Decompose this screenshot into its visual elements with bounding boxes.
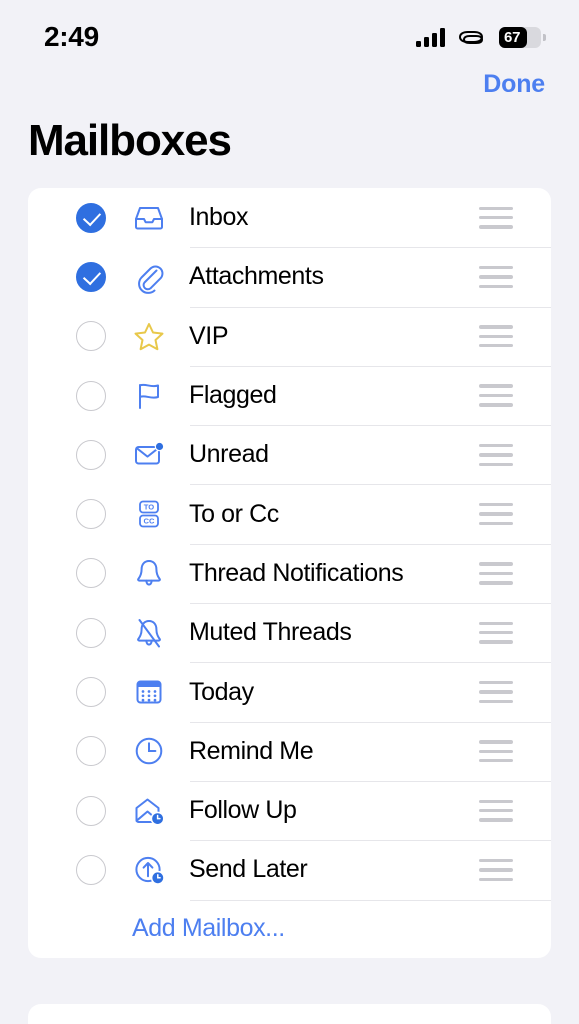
status-bar-time: 2:49 [44,21,99,52]
checkbox-inbox[interactable] [76,202,106,233]
status-bar-indicators: 67 [416,26,546,48]
star-icon [130,317,168,355]
battery-percent-label: 67 [504,28,521,46]
paperclip-icon [130,258,168,296]
mailbox-label: Remind Me [189,736,314,765]
add-mailbox-label: Add Mailbox... [132,914,285,943]
reorder-handle-icon[interactable] [479,621,513,644]
reorder-handle-icon[interactable] [479,443,513,466]
mailbox-label: Today [189,677,254,706]
to-cc-icon: TO CC [130,495,168,533]
battery-icon: 67 [499,26,546,48]
checkbox-muted-threads[interactable] [76,617,106,648]
checkbox-send-later[interactable] [76,854,106,885]
to-label: TO [144,503,155,512]
mailbox-label: VIP [189,321,229,350]
secondary-card [28,1003,551,1024]
mailbox-row-attachments[interactable]: Attachments [28,247,551,306]
envelope-open-clock-icon [130,792,168,830]
mailbox-row-unread[interactable]: Unread [28,425,551,484]
clock-icon [130,732,168,770]
checkbox-unread[interactable] [76,439,106,470]
checkbox-to-or-cc[interactable] [76,499,106,530]
bell-icon [130,554,168,592]
page-title: Mailboxes [28,116,232,165]
envelope-badge-icon [130,436,168,474]
arrow-up-clock-icon [130,851,168,889]
inbox-tray-icon [130,199,168,237]
mailbox-label: Unread [189,440,269,469]
status-bar: 2:49 67 [0,0,579,60]
mailbox-row-inbox[interactable]: Inbox [28,188,551,247]
checkbox-remind-me[interactable] [76,736,106,767]
done-button[interactable]: Done [483,70,545,99]
mailbox-label: To or Cc [189,499,279,528]
mailbox-label: Inbox [189,203,249,232]
checkbox-follow-up[interactable] [76,795,106,826]
mailbox-row-send-later[interactable]: Send Later [28,840,551,899]
mailbox-label: Muted Threads [189,618,352,647]
mailbox-label: Send Later [189,855,308,884]
mailbox-label: Thread Notifications [189,558,404,587]
reorder-handle-icon[interactable] [479,740,513,763]
reorder-handle-icon[interactable] [479,206,513,229]
navigation-bar: Done [0,60,579,108]
mailbox-row-thread-notifications[interactable]: Thread Notifications [28,543,551,603]
checkbox-vip[interactable] [76,321,106,352]
reorder-handle-icon[interactable] [479,325,513,348]
calendar-icon [130,673,168,711]
mailbox-row-today[interactable]: Today [28,662,551,721]
checkbox-today[interactable] [76,677,106,708]
checkbox-attachments[interactable] [76,261,106,292]
checkbox-flagged[interactable] [76,380,106,411]
link-chain-icon [458,31,484,44]
mailbox-row-flagged[interactable]: Flagged [28,365,551,425]
mailbox-list-card: Inbox Attachments VIP Flagged Unread TO … [28,188,551,958]
reorder-handle-icon[interactable] [479,503,513,526]
reorder-handle-icon[interactable] [479,265,513,289]
reorder-handle-icon[interactable] [479,562,513,585]
reorder-handle-icon[interactable] [479,384,513,407]
mailbox-label: Attachments [189,262,324,291]
mailbox-row-to-or-cc[interactable]: TO CC To or Cc [28,484,551,543]
reorder-handle-icon[interactable] [479,858,513,881]
cellular-signal-icon [416,27,445,47]
bell-slash-icon [130,614,168,652]
mailbox-row-muted-threads[interactable]: Muted Threads [28,603,551,662]
mailbox-row-vip[interactable]: VIP [28,306,551,366]
checkbox-thread-notifications[interactable] [76,558,106,589]
add-mailbox-button[interactable]: Add Mailbox... [28,899,551,958]
flag-icon [130,377,168,415]
reorder-handle-icon[interactable] [479,680,513,704]
mailbox-label: Follow Up [189,796,297,825]
cc-label: CC [144,517,155,526]
reorder-handle-icon[interactable] [479,799,513,822]
mailbox-label: Flagged [189,381,277,410]
mailbox-row-remind-me[interactable]: Remind Me [28,721,551,781]
mailbox-row-follow-up[interactable]: Follow Up [28,780,551,840]
